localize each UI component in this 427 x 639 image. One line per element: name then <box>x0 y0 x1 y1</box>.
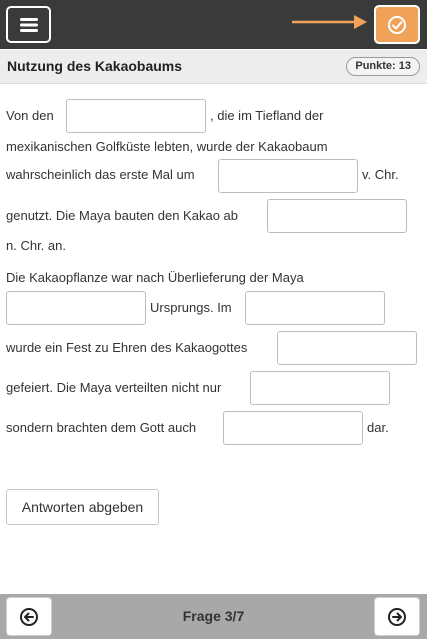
gap-input-6[interactable] <box>277 331 417 365</box>
text-fragment: wahrscheinlich das erste Mal um <box>6 167 195 182</box>
gap-input-8[interactable] <box>223 411 363 445</box>
next-question-button[interactable] <box>374 597 420 636</box>
title-bar: Nutzung des Kakaobaums Punkte: 13 <box>0 50 427 84</box>
points-badge: Punkte: 13 <box>346 57 420 76</box>
text-fragment: n. Chr. an. <box>6 238 66 253</box>
text-fragment: gefeiert. Die Maya verteilten nicht nur <box>6 380 222 395</box>
gap-input-4[interactable] <box>6 291 146 325</box>
gap-input-3[interactable] <box>267 199 407 233</box>
check-answers-button[interactable] <box>374 5 420 44</box>
question-counter: Frage 3/7 <box>182 608 245 624</box>
footer-bar: Frage 3/7 <box>0 594 427 639</box>
hamburger-menu-icon <box>19 17 38 32</box>
menu-button[interactable] <box>6 6 51 43</box>
text-fragment: Von den <box>6 108 54 123</box>
text-fragment: sondern brachten dem Gott auch <box>6 420 197 435</box>
gap-input-1[interactable] <box>66 99 206 133</box>
arrow-right-icon <box>292 15 367 29</box>
exercise-title: Nutzung des Kakaobaums <box>7 58 183 74</box>
arrow-right-circle-icon <box>388 607 406 626</box>
gap-input-5[interactable] <box>245 291 385 325</box>
submit-answers-button[interactable]: Antworten abgeben <box>6 489 159 525</box>
text-fragment: , die im Tiefland der <box>210 108 324 123</box>
top-bar <box>0 0 427 49</box>
text-fragment: genutzt. Die Maya bauten den Kakao ab <box>6 208 238 223</box>
text-fragment: wurde ein Fest zu Ehren des Kakaogottes <box>6 340 248 355</box>
text-fragment: Die Kakaopflanze war nach Überlieferung … <box>6 270 304 285</box>
gap-input-2[interactable] <box>218 159 358 193</box>
text-fragment: mexikanischen Golfküste lebten, wurde de… <box>6 139 328 154</box>
text-fragment: v. Chr. <box>362 167 399 182</box>
gap-input-7[interactable] <box>250 371 390 405</box>
text-fragment: dar. <box>367 420 389 435</box>
text-fragment: Ursprungs. Im <box>150 300 232 315</box>
check-circle-icon <box>388 15 406 34</box>
